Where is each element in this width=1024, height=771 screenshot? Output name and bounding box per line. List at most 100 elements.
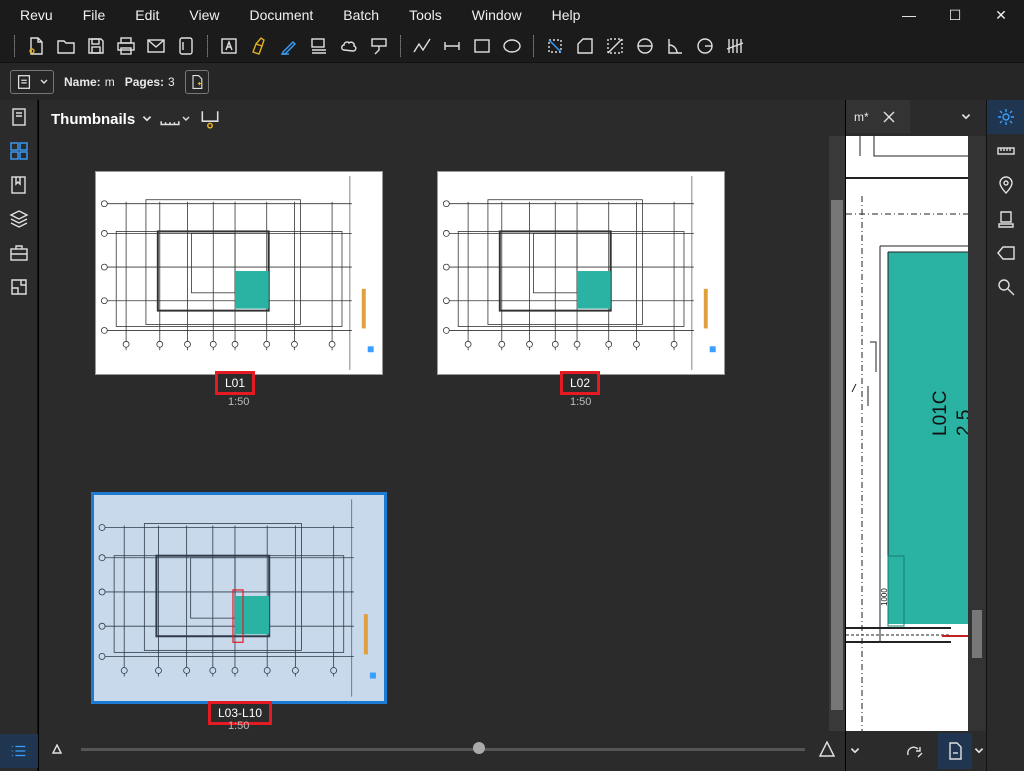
zoom-slider-handle[interactable] [473, 742, 486, 754]
wall-dimension: 1000 [880, 588, 889, 606]
rectangle-icon[interactable] [467, 32, 497, 60]
measure-diameter-icon[interactable] [630, 32, 660, 60]
document-properties-icon[interactable] [171, 32, 201, 60]
pages-label: Pages: [124, 74, 165, 89]
properties-gear-icon[interactable] [987, 100, 1024, 134]
toolbar-separator [533, 35, 534, 57]
toolbar-separator [14, 35, 15, 57]
menu-tools[interactable]: Tools [385, 7, 442, 23]
document-icon [949, 742, 962, 760]
menu-batch[interactable]: Batch [319, 7, 379, 23]
open-folder-icon[interactable] [51, 32, 81, 60]
menu-help[interactable]: Help [528, 7, 581, 23]
measure-corner-icon[interactable] [660, 32, 690, 60]
callout-icon[interactable] [364, 32, 394, 60]
places-pin-icon[interactable] [987, 168, 1024, 202]
thumbnails-icon[interactable] [0, 134, 38, 168]
pages-value: 3 [168, 74, 175, 89]
panel-title: Thumbnails [51, 110, 136, 128]
spaces-icon[interactable] [0, 270, 38, 304]
new-page-button[interactable] [184, 69, 209, 94]
floor-plan-drawing [100, 175, 374, 371]
floor-plan-drawing [442, 175, 716, 371]
measurements-ruler-icon[interactable] [987, 134, 1024, 168]
minimize-button[interactable]: — [886, 0, 932, 30]
document-mode-button[interactable] [938, 733, 972, 769]
document-mode-dropdown[interactable] [10, 69, 54, 94]
page-thumbnail-3[interactable] [91, 492, 387, 704]
panel-chevron-down-icon[interactable] [141, 113, 153, 125]
document-canvas[interactable]: L01C 2.5 1000 [846, 136, 968, 731]
thumbnail-label-1[interactable]: L01 [215, 371, 256, 395]
tab-list-chevron-icon[interactable] [960, 111, 972, 123]
chevron-down-icon[interactable] [849, 745, 861, 757]
thumbnail-scale-3: 1:50 [228, 720, 250, 732]
text-box-icon[interactable] [214, 32, 244, 60]
stamp-icon[interactable] [304, 32, 334, 60]
highlighter-icon[interactable] [244, 32, 274, 60]
panel-list-button[interactable] [0, 734, 38, 768]
menu-edit[interactable]: Edit [111, 7, 159, 23]
dimension-icon[interactable] [437, 32, 467, 60]
document-tab-title: m* [854, 109, 869, 124]
new-page-icon [192, 74, 203, 89]
document-tab[interactable]: m* [846, 100, 910, 133]
menu-window[interactable]: Window [448, 7, 522, 23]
menu-file[interactable]: File [59, 7, 106, 23]
ellipse-icon[interactable] [497, 32, 527, 60]
pen-icon[interactable] [274, 32, 304, 60]
save-icon[interactable] [81, 32, 111, 60]
cloud-icon[interactable] [334, 32, 364, 60]
search-icon[interactable] [987, 270, 1024, 304]
measure-area-icon[interactable] [540, 32, 570, 60]
page-size-icon[interactable] [159, 108, 181, 130]
thumbnail-scale-2: 1:50 [570, 396, 592, 408]
left-panel-rail [0, 100, 38, 771]
list-icon [11, 745, 26, 757]
insert-page-icon[interactable] [199, 108, 221, 130]
mode-chevron-icon[interactable] [973, 745, 985, 757]
bookmarks-icon[interactable] [0, 168, 38, 202]
thumbnail-zoom-bar [39, 736, 845, 766]
right-panel-rail [986, 100, 1024, 771]
measure-polygon-icon[interactable] [570, 32, 600, 60]
measure-angle-icon[interactable] [600, 32, 630, 60]
menu-revu[interactable]: Revu [0, 7, 53, 23]
email-icon[interactable] [141, 32, 171, 60]
markups-list-icon[interactable] [987, 202, 1024, 236]
document-scrollbar[interactable] [968, 136, 986, 731]
maximize-button[interactable]: ☐ [932, 0, 978, 30]
main-toolbar [0, 30, 1024, 62]
menu-document[interactable]: Document [225, 7, 313, 23]
sync-icon[interactable] [904, 741, 924, 761]
close-window-button[interactable]: ✕ [978, 0, 1024, 30]
scrollbar-thumb[interactable] [831, 200, 843, 710]
name-label: Name: [64, 74, 101, 89]
document-pane: m* L01C 2.5 1000 [846, 100, 986, 771]
page-thumbnail-1[interactable] [95, 171, 383, 375]
tag-icon[interactable] [987, 236, 1024, 270]
polyline-icon[interactable] [407, 32, 437, 60]
measure-radius-icon[interactable] [690, 32, 720, 60]
file-access-icon[interactable] [0, 100, 38, 134]
document-scrollbar-thumb[interactable] [972, 610, 982, 658]
close-tab-icon[interactable] [883, 111, 895, 123]
new-document-icon[interactable] [21, 32, 51, 60]
page-thumbnail-2[interactable] [437, 171, 725, 375]
layers-icon[interactable] [0, 202, 38, 236]
print-icon[interactable] [111, 32, 141, 60]
name-value: m [104, 74, 115, 89]
zoom-out-icon[interactable] [52, 744, 62, 754]
thumbnail-label-2[interactable]: L02 [560, 371, 601, 395]
toolchest-icon[interactable] [0, 236, 38, 270]
measure-count-icon[interactable] [720, 32, 750, 60]
menu-view[interactable]: View [165, 7, 219, 23]
page-size-chevron-icon[interactable] [181, 114, 191, 124]
chevron-down-icon [40, 79, 48, 84]
floor-plan-drawing [98, 499, 376, 697]
zoom-slider[interactable] [81, 748, 805, 751]
zoom-in-icon[interactable] [819, 741, 835, 757]
room-label: L01C [930, 390, 951, 436]
thumbnail-scale-1: 1:50 [228, 396, 250, 408]
thumbnails-scrollbar[interactable] [829, 136, 845, 731]
